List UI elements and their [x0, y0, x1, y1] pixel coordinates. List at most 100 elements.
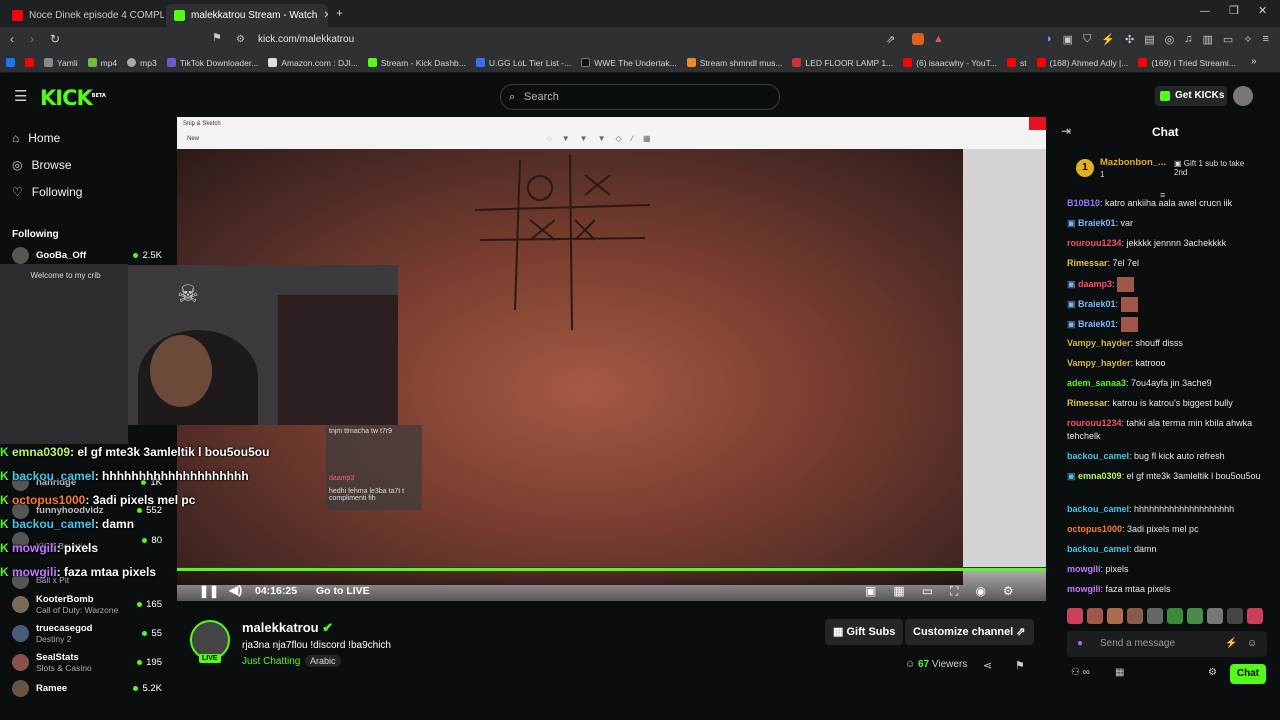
minimize-icon[interactable]: — [1200, 7, 1210, 17]
chat-message-input[interactable]: ● Send a message ⚡ ☺ [1067, 631, 1267, 657]
extension-icon[interactable]: ▣ [1063, 33, 1073, 46]
following-item[interactable]: Ramee 5.2K [12, 674, 162, 702]
rewards-icon[interactable]: ▲ [933, 33, 944, 45]
bookmark-tiktok[interactable]: TikTok Downloader... [166, 58, 258, 68]
extension-icon[interactable]: ⚡ [1101, 33, 1115, 46]
emote-icon[interactable] [1247, 608, 1263, 624]
chat-message: Rimessar: katrou is katrou's biggest bul… [1067, 398, 1233, 408]
store-icon[interactable]: ▦ [1115, 667, 1124, 678]
volume-icon[interactable]: ◀) [229, 583, 242, 597]
back-icon[interactable]: ‹ [10, 33, 14, 45]
site-info-icon[interactable]: ⚙ [236, 31, 245, 49]
snip-toolbar-icons: ◌▼▼▼◇∕▦ [547, 134, 661, 143]
share-icon[interactable]: ⋖ [983, 659, 992, 672]
bookmark-ahmed-adly[interactable]: (168) Ahmed Adly |... [1036, 58, 1128, 68]
leo-icon[interactable]: ✧ [1243, 33, 1252, 46]
extension-icon[interactable]: ▤ [1144, 33, 1154, 46]
nav-following[interactable]: ♡ Following [12, 185, 82, 199]
chat-settings-icon[interactable]: ⚙ [1208, 667, 1217, 678]
restore-icon[interactable]: ❐ [1229, 6, 1239, 17]
gift-subs-button[interactable]: ▦ Gift Subs [825, 619, 904, 645]
following-item[interactable]: KooterBomb Call of Duty: Warzone 165 [12, 590, 162, 618]
theater-mode-icon[interactable]: ▭ [922, 584, 933, 599]
emote-icon[interactable] [1127, 608, 1143, 624]
facebook-icon[interactable] [6, 58, 15, 67]
emote-icon[interactable] [1107, 608, 1123, 624]
forward-icon[interactable]: › [30, 33, 34, 45]
chat-message: ▣ Braiek01: var [1067, 218, 1134, 228]
translate-icon[interactable]: ⚡ [1225, 631, 1237, 657]
clip-icon[interactable]: ▦ [893, 584, 904, 599]
kick-logo[interactable]: KICKBETA [40, 86, 106, 110]
bookmark-led-lamp[interactable]: LED FLOOR LAMP 1... [792, 58, 893, 68]
bookmark-ugg[interactable]: U.GG LoL Tier List -... [475, 58, 571, 68]
channel-name[interactable]: malekkatrou ✔ [242, 620, 333, 636]
emote-icon[interactable] [1187, 608, 1203, 624]
new-tab-icon[interactable]: + [336, 7, 343, 19]
share-icon[interactable]: ⇗ [886, 33, 895, 46]
music-icon[interactable]: ♫ [1184, 33, 1192, 46]
bookmark-tried-streaming[interactable]: (169) I Tried Streami... [1138, 58, 1236, 68]
bookmark-stream[interactable]: Stream shmndl mus... [686, 58, 782, 68]
youtube-icon[interactable] [25, 58, 34, 67]
browser-tab-youtube[interactable]: Noce Dinek episode 4 COMPLETE [4, 4, 164, 27]
collapse-chat-icon[interactable]: ⇥ [1061, 125, 1071, 137]
sidebar-icon[interactable]: ▥ [1203, 33, 1213, 46]
gift-sub-prompt[interactable]: ▣ Gift 1 sub to take 2nd [1174, 159, 1254, 177]
extension-icon[interactable]: ⛉ [1083, 33, 1091, 46]
bookmark-icon[interactable]: ⚑ [212, 33, 222, 44]
settings-icon[interactable]: ⚙ [1003, 584, 1014, 599]
browser-tab-kick[interactable]: malekkatrou Stream - Watch ✕ [166, 4, 328, 27]
microphone-icon[interactable]: ● [1077, 631, 1083, 657]
customize-channel-button[interactable]: Customize channel ⇗ [905, 619, 1034, 645]
window-close-icon[interactable]: ✕ [1258, 6, 1267, 17]
bookmark-wwe[interactable]: WWE The Undertak... [581, 58, 677, 68]
emoji-icon[interactable]: ☺ [1247, 631, 1257, 657]
search-input[interactable]: ⌕ Search [500, 84, 780, 110]
emote-icon[interactable] [1087, 608, 1103, 624]
report-icon[interactable]: ⚑ [1015, 659, 1025, 672]
hamburger-menu-icon[interactable]: ☰ [14, 89, 27, 104]
url-field[interactable]: ⚙ kick.com/malekkatrou [230, 31, 862, 49]
leaderboard-user[interactable]: Mazbonbon_... [1100, 157, 1166, 168]
wallet-icon[interactable]: ▭ [1223, 33, 1233, 46]
bookmark-st[interactable]: st [1006, 58, 1027, 68]
close-icon[interactable]: ✕ [323, 10, 328, 21]
search-icon: ⌕ [509, 91, 516, 103]
emote-icon[interactable] [1207, 608, 1223, 624]
speed-icon[interactable]: ◉ [975, 584, 985, 599]
category-link[interactable]: Just Chatting [242, 656, 300, 667]
user-avatar[interactable] [1233, 86, 1253, 106]
bookmark-mp3[interactable]: mp3 [127, 58, 157, 68]
emote-icon[interactable] [1227, 608, 1243, 624]
chat-title: Chat [1152, 125, 1179, 139]
more-bookmarks-icon[interactable]: » [1251, 57, 1257, 67]
emote-icon[interactable] [1167, 608, 1183, 624]
following-item[interactable]: SealStats Slots & Casino 195 [12, 648, 162, 676]
go-to-live-button[interactable]: Go to LIVE [316, 585, 370, 597]
following-item[interactable]: truecasegod Destiny 2 55 [12, 619, 162, 647]
puzzle-icon[interactable]: ✣ [1125, 33, 1134, 46]
get-kicks-button[interactable]: Get KICKs [1155, 86, 1227, 106]
fullscreen-icon[interactable]: ⛶ [950, 584, 958, 599]
bookmark-mp4[interactable]: mp4 [87, 58, 117, 68]
miniplayer-icon[interactable]: ▣ [865, 584, 876, 599]
send-chat-button[interactable]: Chat [1230, 664, 1266, 684]
reload-icon[interactable]: ↻ [50, 33, 60, 45]
language-tag[interactable]: Arabic [305, 655, 341, 667]
nav-browse[interactable]: ◎ Browse [12, 158, 72, 172]
emote-icon[interactable] [1147, 608, 1163, 624]
bookmark-isaacwhy[interactable]: (6) isaacwhy - YouT... [903, 58, 997, 68]
channel-points-icon[interactable]: ⚇ ∞ [1071, 667, 1090, 678]
bookmark-kick-dashboard[interactable]: Stream - Kick Dashb... [367, 58, 466, 68]
extension-icon[interactable]: ◗ [1046, 33, 1053, 46]
menu-icon[interactable]: ≡ [1263, 33, 1269, 46]
extension-icon[interactable]: ◎ [1165, 33, 1175, 46]
emote-icon[interactable] [1067, 608, 1083, 624]
bookmark-yamli[interactable]: Yamli [44, 58, 78, 68]
pause-icon[interactable]: ❚❚ [199, 584, 219, 598]
chat-message: octopus1000: 3adi pixels mel pc [1067, 524, 1199, 534]
nav-home[interactable]: ⌂ Home [12, 131, 60, 145]
brave-shield-icon[interactable] [912, 33, 924, 45]
bookmark-amazon[interactable]: Amazon.com : DJI... [268, 58, 358, 68]
